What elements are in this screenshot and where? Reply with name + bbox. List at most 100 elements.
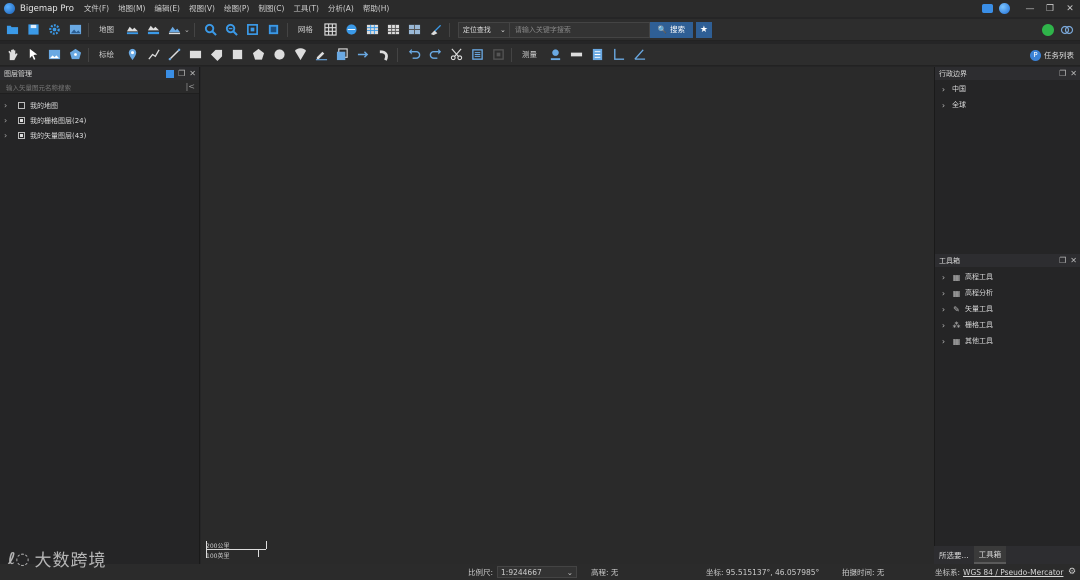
- map-dropdown-chevron-icon[interactable]: ⌄: [184, 26, 190, 34]
- favorite-star-icon[interactable]: ★: [695, 21, 712, 38]
- expand-chevron-icon[interactable]: ›: [939, 289, 948, 298]
- angle-measure-icon[interactable]: [609, 46, 627, 64]
- distance-ruler-icon[interactable]: [567, 46, 585, 64]
- close-icon[interactable]: ✕: [1070, 69, 1077, 78]
- settings-gear-icon[interactable]: ⚙: [1068, 564, 1076, 580]
- menu-help[interactable]: 帮助(H): [363, 3, 390, 14]
- text-edit-icon[interactable]: [312, 46, 330, 64]
- full-extent-icon[interactable]: [244, 21, 262, 39]
- overlay-map-icon[interactable]: [144, 21, 162, 39]
- rectangle-icon[interactable]: [186, 46, 204, 64]
- monitor-icon[interactable]: [982, 4, 993, 13]
- close-icon[interactable]: ✕: [189, 69, 196, 78]
- menu-file[interactable]: 文件(F): [84, 3, 109, 14]
- toolbox-item-raster-tools[interactable]: › ⁂ 栅格工具: [935, 317, 1080, 333]
- curve-arrow-icon[interactable]: [375, 46, 393, 64]
- menu-analysis[interactable]: 分析(A): [328, 3, 354, 14]
- expand-chevron-icon[interactable]: ›: [939, 305, 948, 314]
- menu-tools[interactable]: 工具(T): [293, 3, 318, 14]
- paste-icon[interactable]: [489, 46, 507, 64]
- select-arrow-icon[interactable]: [24, 46, 42, 64]
- admin-item-global[interactable]: › 全球: [935, 97, 1080, 113]
- eraser-brush-icon[interactable]: [427, 21, 445, 39]
- layer-checkbox[interactable]: [18, 132, 25, 139]
- open-folder-icon[interactable]: [3, 21, 21, 39]
- menu-edit[interactable]: 编辑(E): [154, 3, 180, 14]
- settings-gear-icon[interactable]: [45, 21, 63, 39]
- tile-grid-icon[interactable]: [406, 21, 424, 39]
- float-window-icon[interactable]: ❐: [1059, 69, 1066, 78]
- close-icon[interactable]: ✕: [1070, 256, 1077, 265]
- search-mode-select[interactable]: 定位查找 ⌄: [457, 21, 510, 38]
- online-status-icon[interactable]: [1042, 24, 1054, 36]
- fit-window-icon[interactable]: [265, 21, 283, 39]
- expand-chevron-icon[interactable]: ›: [939, 321, 948, 330]
- line-draw-icon[interactable]: [165, 46, 183, 64]
- pin-icon[interactable]: [166, 69, 175, 78]
- expand-chevron-icon[interactable]: ›: [4, 101, 12, 110]
- area-measure-icon[interactable]: [588, 46, 606, 64]
- search-button[interactable]: 🔍 搜索: [649, 21, 693, 38]
- admin-item-china[interactable]: › 中国: [935, 81, 1080, 97]
- layer-stack-icon[interactable]: [333, 46, 351, 64]
- sheet-grid-icon[interactable]: [385, 21, 403, 39]
- cut-scissors-icon[interactable]: [447, 46, 465, 64]
- toolbox-item-vector-tools[interactable]: › ✎ 矢量工具: [935, 301, 1080, 317]
- tab-selected-features[interactable]: 所选要...: [934, 546, 974, 564]
- close-button[interactable]: ✕: [1060, 4, 1080, 14]
- search-input[interactable]: 请输入关键字搜索: [509, 21, 650, 38]
- link-icon[interactable]: [1060, 24, 1074, 36]
- restore-button[interactable]: ❐: [1040, 4, 1060, 14]
- expand-chevron-icon[interactable]: ›: [939, 273, 948, 282]
- map-canvas[interactable]: 200公里 100英里: [201, 67, 934, 564]
- tag-label-icon[interactable]: [207, 46, 225, 64]
- image-export-icon[interactable]: [66, 21, 84, 39]
- pentagon-icon[interactable]: [249, 46, 267, 64]
- zoom-out-icon[interactable]: [223, 21, 241, 39]
- tree-item-vector-layers[interactable]: › 我的矢量图层(43): [0, 128, 199, 143]
- arrow-right-icon[interactable]: [354, 46, 372, 64]
- toolbox-item-elevation-tools[interactable]: › ▦ 高程工具: [935, 269, 1080, 285]
- square-icon[interactable]: [228, 46, 246, 64]
- polyline-icon[interactable]: [144, 46, 162, 64]
- layer-checkbox[interactable]: [18, 102, 25, 109]
- marker-pin-icon[interactable]: [123, 46, 141, 64]
- save-icon[interactable]: [24, 21, 42, 39]
- collapse-icon[interactable]: |<: [186, 82, 195, 91]
- bearing-measure-icon[interactable]: [630, 46, 648, 64]
- copy-icon[interactable]: [468, 46, 486, 64]
- minimize-button[interactable]: —: [1020, 4, 1040, 14]
- circle-icon[interactable]: [270, 46, 288, 64]
- float-window-icon[interactable]: ❐: [1059, 256, 1066, 265]
- expand-chevron-icon[interactable]: ›: [939, 85, 948, 94]
- toolbox-item-elevation-analysis[interactable]: › ▦ 高程分析: [935, 285, 1080, 301]
- expand-chevron-icon[interactable]: ›: [4, 116, 12, 125]
- task-list-button[interactable]: P 任务列表: [1030, 44, 1074, 66]
- pan-hand-icon[interactable]: [3, 46, 21, 64]
- scale-select[interactable]: 1:9244667 ⌄: [497, 566, 578, 578]
- terrain-map-icon[interactable]: [165, 21, 183, 39]
- grid-table-icon[interactable]: [364, 21, 382, 39]
- tree-item-raster-layers[interactable]: › 我的栅格图层(24): [0, 113, 199, 128]
- expand-chevron-icon[interactable]: ›: [4, 131, 12, 140]
- grid-icon[interactable]: [322, 21, 340, 39]
- menu-draw[interactable]: 绘图(P): [224, 3, 249, 14]
- tree-item-my-map[interactable]: › 我的地图: [0, 98, 199, 113]
- utm-grid-icon[interactable]: [343, 21, 361, 39]
- sector-icon[interactable]: [291, 46, 309, 64]
- toolbox-item-other-tools[interactable]: › ▦ 其他工具: [935, 333, 1080, 349]
- image-select-icon[interactable]: [45, 46, 63, 64]
- float-window-icon[interactable]: ❐: [178, 69, 185, 78]
- expand-chevron-icon[interactable]: ›: [939, 101, 948, 110]
- menu-map[interactable]: 地图(M): [118, 3, 145, 14]
- basemap-icon[interactable]: [123, 21, 141, 39]
- polygon-select-icon[interactable]: [66, 46, 84, 64]
- layer-checkbox[interactable]: [18, 117, 25, 124]
- crs-link[interactable]: WGS 84 / Pseudo-Mercator: [963, 568, 1063, 577]
- layer-search-input[interactable]: 输入矢量图元名称搜索 |<: [0, 80, 199, 94]
- undo-icon[interactable]: [405, 46, 423, 64]
- globe-icon[interactable]: [999, 3, 1010, 14]
- tab-toolbox[interactable]: 工具箱: [973, 546, 1007, 564]
- zoom-in-icon[interactable]: [202, 21, 220, 39]
- redo-icon[interactable]: [426, 46, 444, 64]
